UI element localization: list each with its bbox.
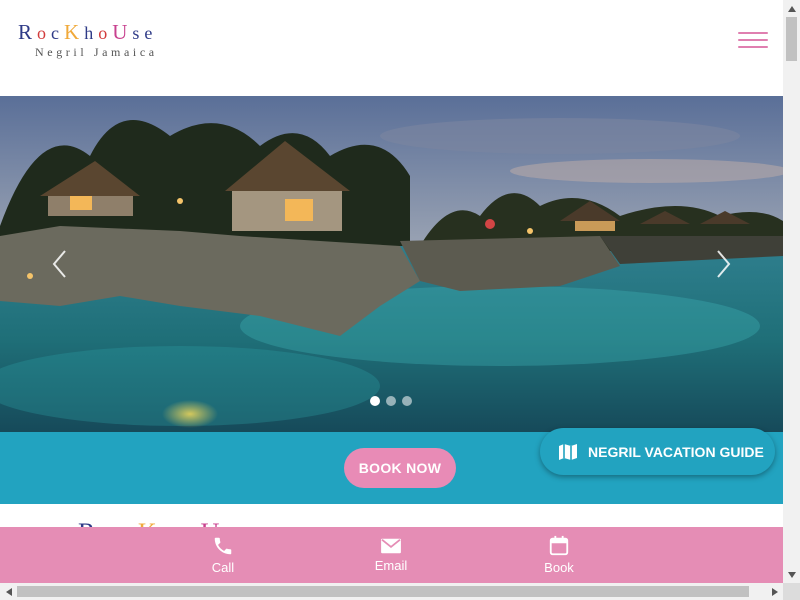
chevron-left-icon — [52, 250, 66, 278]
scroll-right-icon[interactable] — [766, 583, 783, 600]
scroll-left-icon[interactable] — [0, 583, 17, 600]
logo-letter: c — [51, 23, 65, 43]
book-now-button[interactable]: BOOK NOW — [344, 448, 456, 488]
scroll-down-icon[interactable] — [783, 566, 800, 583]
hero-image — [0, 96, 783, 432]
email-button[interactable]: Email — [351, 527, 431, 583]
page-viewport: RocKhoUse Negril Jamaica BOOK NOW NEGRIL… — [0, 0, 783, 583]
hero-slider[interactable] — [0, 96, 783, 432]
logo-letter: h — [84, 23, 99, 43]
scrollbar-corner — [783, 583, 800, 600]
slider-prev-button[interactable] — [50, 248, 70, 280]
envelope-icon — [381, 538, 401, 554]
email-label: Email — [374, 558, 408, 573]
slider-dot-3[interactable] — [402, 396, 412, 406]
logo-letter: o — [37, 23, 52, 43]
scroll-up-icon[interactable] — [783, 0, 800, 17]
slider-dot-2[interactable] — [386, 396, 396, 406]
phone-icon — [214, 537, 232, 555]
horizontal-scroll-thumb[interactable] — [17, 586, 749, 597]
logo-letter: o — [98, 23, 113, 43]
logo-letter: K — [64, 20, 85, 44]
logo-subtitle: Negril Jamaica — [35, 45, 158, 59]
chevron-right-icon — [717, 250, 731, 278]
bottom-action-bar: Call Email Book — [0, 527, 783, 583]
calendar-icon — [549, 535, 569, 556]
book-label: Book — [544, 560, 574, 575]
hamburger-icon[interactable] — [738, 32, 768, 50]
slider-dots — [370, 396, 412, 406]
logo-letter: U — [112, 20, 133, 44]
slider-dot-1[interactable] — [370, 396, 380, 406]
slider-next-button[interactable] — [713, 248, 733, 280]
site-logo[interactable]: RocKhoUse Negril Jamaica — [18, 22, 158, 60]
logo-letter: e — [144, 23, 158, 43]
call-button[interactable]: Call — [183, 527, 263, 583]
logo-letter: s — [132, 23, 145, 43]
logo-wordmark: RocKhoUse — [18, 20, 158, 44]
book-button[interactable]: Book — [519, 527, 599, 583]
logo-letter: R — [18, 20, 38, 44]
horizontal-scrollbar[interactable] — [0, 583, 783, 600]
vertical-scrollbar[interactable] — [783, 0, 800, 583]
site-header: RocKhoUse Negril Jamaica — [0, 0, 783, 96]
call-label: Call — [211, 560, 235, 575]
vertical-scroll-thumb[interactable] — [786, 17, 797, 61]
map-icon — [559, 443, 577, 460]
vacation-guide-label: NEGRIL VACATION GUIDE — [588, 443, 764, 460]
vacation-guide-button[interactable]: NEGRIL VACATION GUIDE — [540, 428, 775, 475]
